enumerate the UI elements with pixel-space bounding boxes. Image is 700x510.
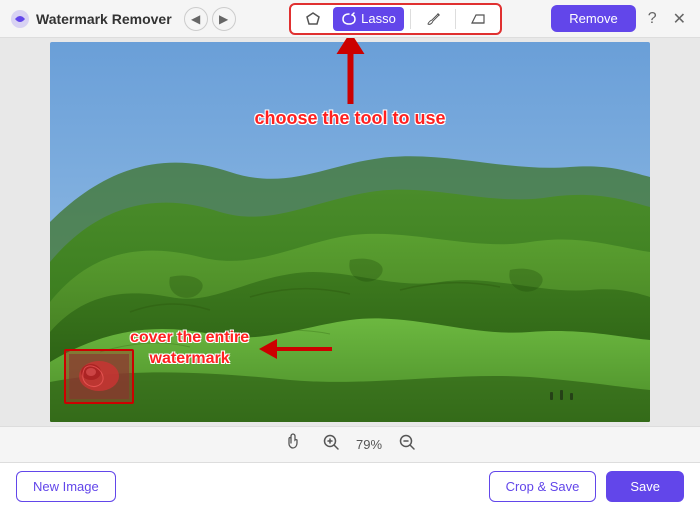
tool-separator-2: [455, 9, 456, 29]
zoom-level: 79%: [356, 437, 382, 452]
zoom-in-button[interactable]: [318, 429, 344, 460]
zoom-in-icon: [322, 433, 340, 451]
hand-tool-button[interactable]: [280, 429, 306, 460]
brush-icon: [425, 11, 441, 27]
landscape-image: [50, 42, 650, 422]
lasso-tool-button[interactable]: Lasso: [333, 7, 404, 31]
header-right: Remove ? ✕: [551, 5, 690, 33]
image-container[interactable]: choose the tool to use cover the entirew…: [50, 42, 650, 422]
new-image-button[interactable]: New Image: [16, 471, 116, 502]
footer: New Image Crop & Save Save: [0, 462, 700, 510]
nav-forward-button[interactable]: ▶: [212, 7, 236, 31]
toolbar-area: Lasso: [240, 3, 552, 35]
tool-group: Lasso: [289, 3, 502, 35]
save-button[interactable]: Save: [606, 471, 684, 502]
watermark-box[interactable]: [64, 349, 134, 404]
landscape-svg: [50, 42, 650, 422]
zoom-out-icon: [398, 433, 416, 451]
help-button[interactable]: ?: [644, 6, 661, 32]
lasso-icon: [341, 11, 357, 27]
zoom-out-button[interactable]: [394, 429, 420, 460]
tool-separator: [410, 9, 411, 29]
eraser-tool-button[interactable]: [462, 7, 494, 31]
crop-save-button[interactable]: Crop & Save: [489, 471, 597, 502]
watermark-thumbnail: [69, 354, 129, 399]
app-title: Watermark Remover: [36, 11, 172, 27]
close-button[interactable]: ✕: [669, 5, 690, 33]
main-content: choose the tool to use cover the entirew…: [0, 38, 700, 426]
eraser-icon: [470, 11, 486, 27]
nav-back-button[interactable]: ◀: [184, 7, 208, 31]
status-bar: 79%: [0, 426, 700, 462]
lasso-label: Lasso: [361, 11, 396, 26]
brush-tool-button[interactable]: [417, 7, 449, 31]
polygon-tool-button[interactable]: [297, 7, 329, 31]
hand-icon: [284, 433, 302, 451]
remove-button[interactable]: Remove: [551, 5, 635, 32]
footer-right: Crop & Save Save: [489, 471, 684, 502]
polygon-icon: [305, 11, 321, 27]
title-bar: Watermark Remover ◀ ▶ Lasso: [0, 0, 700, 38]
app-logo-icon: [10, 9, 30, 29]
